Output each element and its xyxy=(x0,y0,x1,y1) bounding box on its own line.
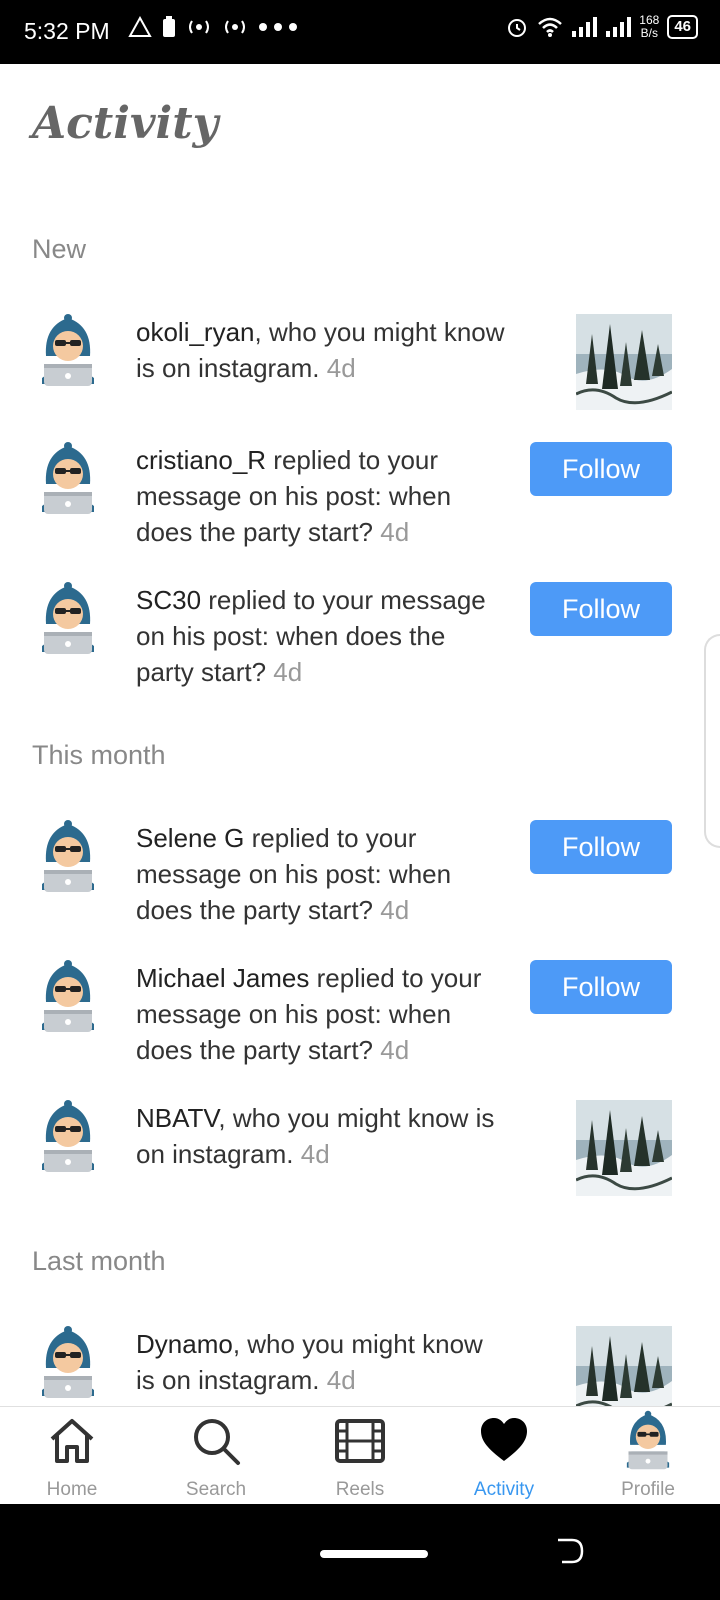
status-bar: 5:32 PM 168 B/s 46 xyxy=(0,0,720,64)
more-dots-icon xyxy=(259,23,297,31)
nav-activity[interactable]: Activity xyxy=(432,1407,576,1505)
network-speed: 168 B/s xyxy=(639,13,660,40)
username-link[interactable]: Dynamo xyxy=(136,1329,233,1359)
nav-profile[interactable]: Profile xyxy=(576,1407,720,1505)
timestamp: 4d xyxy=(300,1139,330,1169)
timestamp: 4d xyxy=(326,1365,356,1395)
follow-button[interactable]: Follow xyxy=(530,582,672,636)
username-link[interactable]: NBATV xyxy=(136,1103,218,1133)
post-thumbnail[interactable] xyxy=(576,314,672,410)
nav-label: Profile xyxy=(621,1479,675,1500)
activity-text: Selene G replied to your message on his … xyxy=(136,823,452,925)
status-time: 5:32 PM xyxy=(24,18,110,44)
avatar[interactable] xyxy=(36,440,100,516)
activity-text: cristiano_R replied to your message on h… xyxy=(136,445,452,547)
timestamp: 4d xyxy=(273,657,303,687)
activity-text: SC30 replied to your message on his post… xyxy=(136,585,486,687)
section-label-new: New xyxy=(32,234,87,264)
system-navigation-bar xyxy=(0,1504,720,1600)
heart-icon xyxy=(481,1418,527,1461)
username-link[interactable]: okoli_ryan xyxy=(136,317,255,347)
search-icon xyxy=(194,1419,240,1465)
avatar[interactable] xyxy=(36,1324,100,1400)
bottom-navigation: Home Search Reels Activity Profile xyxy=(0,1406,720,1505)
section-label-this-month: This month xyxy=(32,740,166,770)
follow-button[interactable]: Follow xyxy=(530,442,672,496)
timestamp: 4d xyxy=(380,895,410,925)
username-link[interactable]: Michael James xyxy=(136,963,309,993)
battery-saver-icon xyxy=(163,16,175,37)
home-gesture-bar[interactable] xyxy=(320,1550,428,1558)
activity-text: NBATV, who you might know is on instagra… xyxy=(136,1103,495,1169)
post-thumbnail[interactable] xyxy=(576,1100,672,1196)
nav-label: Home xyxy=(46,1479,98,1500)
page-title: Activity xyxy=(32,98,219,149)
nav-search[interactable]: Search xyxy=(144,1407,288,1505)
activity-text: Michael James replied to your message on… xyxy=(136,963,482,1065)
timestamp: 4d xyxy=(326,353,356,383)
back-gesture-icon[interactable] xyxy=(556,1536,586,1566)
timestamp: 4d xyxy=(380,517,410,547)
username-link[interactable]: cristiano_R xyxy=(136,445,266,475)
signal-icon xyxy=(572,17,598,37)
username-link[interactable]: Selene G xyxy=(136,823,244,853)
avatar[interactable] xyxy=(36,818,100,894)
status-system-icons: 168 B/s 46 xyxy=(505,14,698,40)
username-link[interactable]: SC30 xyxy=(136,585,201,615)
alarm-icon xyxy=(508,19,527,37)
avatar[interactable] xyxy=(36,580,100,656)
nav-reels[interactable]: Reels xyxy=(288,1407,432,1505)
wifi-icon xyxy=(538,17,563,37)
follow-button[interactable]: Follow xyxy=(530,960,672,1014)
nav-label: Search xyxy=(185,1479,247,1500)
signal-icon xyxy=(606,17,632,37)
avatar[interactable] xyxy=(36,312,100,388)
status-notification-icons xyxy=(128,16,298,38)
avatar xyxy=(622,1409,674,1471)
nav-home[interactable]: Home xyxy=(0,1407,144,1505)
follow-button[interactable]: Follow xyxy=(530,820,672,874)
drive-icon xyxy=(128,16,152,37)
nav-label: Activity xyxy=(473,1479,535,1500)
timestamp: 4d xyxy=(380,1035,410,1065)
battery-indicator: 46 xyxy=(667,15,698,39)
activity-text: Dynamo, who you might know is on instagr… xyxy=(136,1329,483,1395)
edge-panel-handle[interactable] xyxy=(704,634,720,848)
avatar[interactable] xyxy=(36,1098,100,1174)
home-icon xyxy=(50,1419,94,1463)
section-label-last-month: Last month xyxy=(32,1246,166,1276)
hotspot-icon xyxy=(189,20,209,34)
nav-label: Reels xyxy=(335,1479,385,1500)
hotspot-icon xyxy=(225,20,245,34)
reels-icon xyxy=(335,1419,385,1463)
activity-text: okoli_ryan, who you might know is on ins… xyxy=(136,317,505,383)
avatar[interactable] xyxy=(36,958,100,1034)
